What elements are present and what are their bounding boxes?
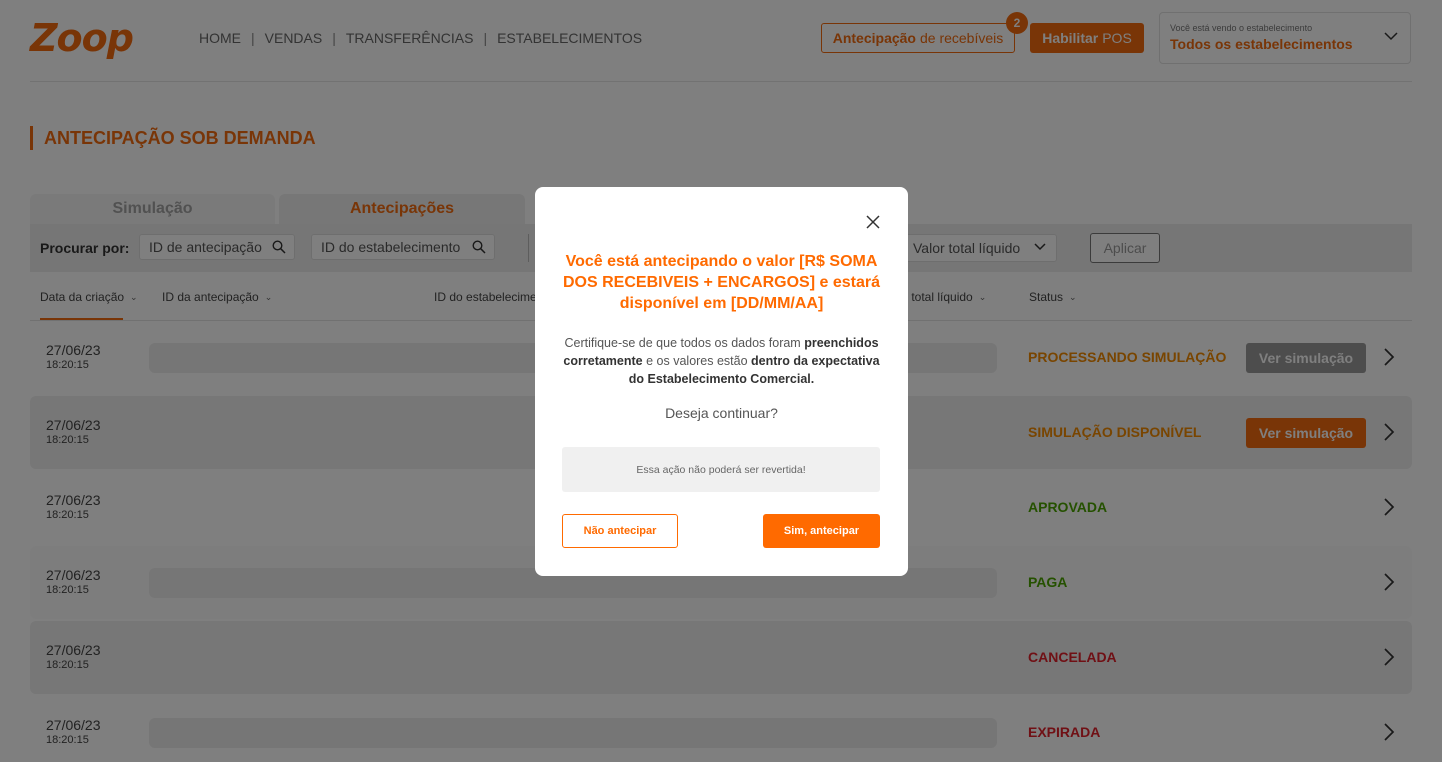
confirm-antecipacao-modal: Você está antecipando o valor [R$ SOMA D… (535, 187, 908, 576)
modal-body: Certifique-se de que todos os dados fora… (559, 334, 884, 388)
modal-title: Você está antecipando o valor [R$ SOMA D… (563, 253, 880, 312)
modal-body-text: e os valores estão (646, 354, 748, 368)
modal-question: Deseja continuar? (665, 405, 778, 421)
modal-warning: Essa ação não poderá ser revertida! (562, 447, 880, 492)
confirm-button[interactable]: Sim, antecipar (763, 514, 880, 548)
cancel-button[interactable]: Não antecipar (562, 514, 678, 548)
close-icon[interactable] (865, 214, 881, 230)
modal-body-text: Certifique-se de que todos os dados fora… (564, 336, 801, 350)
